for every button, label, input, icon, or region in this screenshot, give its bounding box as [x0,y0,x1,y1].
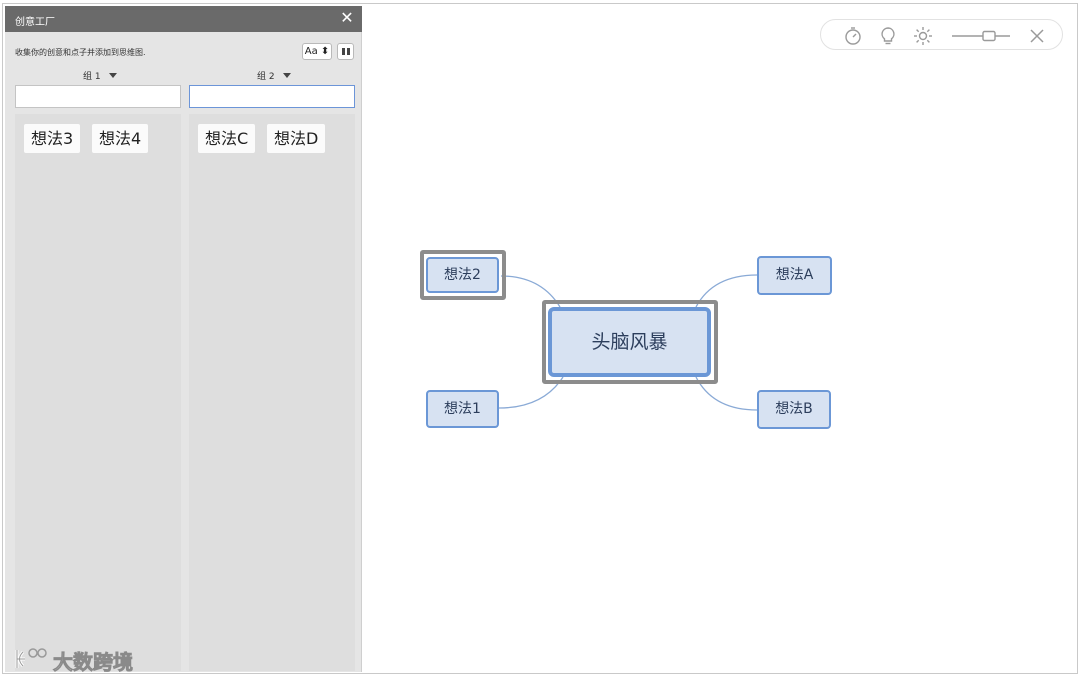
chevron-down-icon [282,73,291,78]
group-2-dropdown[interactable]: 组 2 [257,69,291,82]
group-2-input[interactable] [189,85,355,108]
font-size-button[interactable]: Aa ⬍ [302,43,332,60]
idea-factory-panel: 创意工厂 ✕ 收集你的创意和点子并添加到思维图. Aa ⬍ 组 1 想法3 想法… [5,6,362,672]
watermark-logo-icon [15,648,47,668]
central-topic[interactable]: 头脑风暴 [548,307,711,377]
idea-chip[interactable]: 想法4 [92,124,149,153]
group-1-dropdown[interactable]: 组 1 [83,69,117,82]
topic-node-right[interactable]: 想法A [757,256,832,295]
app-window: 创意工厂 ✕ 收集你的创意和点子并添加到思维图. Aa ⬍ 组 1 想法3 想法… [2,3,1078,674]
branch-connectors [498,274,758,411]
group-1-idea-area: 想法3 想法4 [15,114,181,671]
topic-node-left[interactable]: 想法1 [426,390,499,428]
idea-chip[interactable]: 想法C [198,124,256,153]
watermark-text: 大数跨境 [53,650,134,674]
group-2-title: 组 2 [257,72,275,82]
mindmap-canvas[interactable]: 头脑风暴 想法2 想法1 想法A 想法B [363,4,1077,673]
close-icon[interactable]: ✕ [338,9,356,27]
topic-node-right[interactable]: 想法B [757,390,831,429]
layout-toggle-button[interactable] [337,43,354,60]
panel-hint: 收集你的创意和点子并添加到思维图. [15,48,146,57]
chevron-down-icon [108,73,117,78]
idea-chip[interactable]: 想法3 [24,124,81,153]
group-2-idea-area: 想法C 想法D [189,114,355,671]
panel-header: 创意工厂 ✕ [5,6,362,32]
panel-title: 创意工厂 [15,17,55,28]
group-1-title: 组 1 [83,72,101,82]
group-1-input[interactable] [15,85,181,108]
topic-node-left[interactable]: 想法2 [426,257,499,293]
idea-chip[interactable]: 想法D [267,124,326,153]
